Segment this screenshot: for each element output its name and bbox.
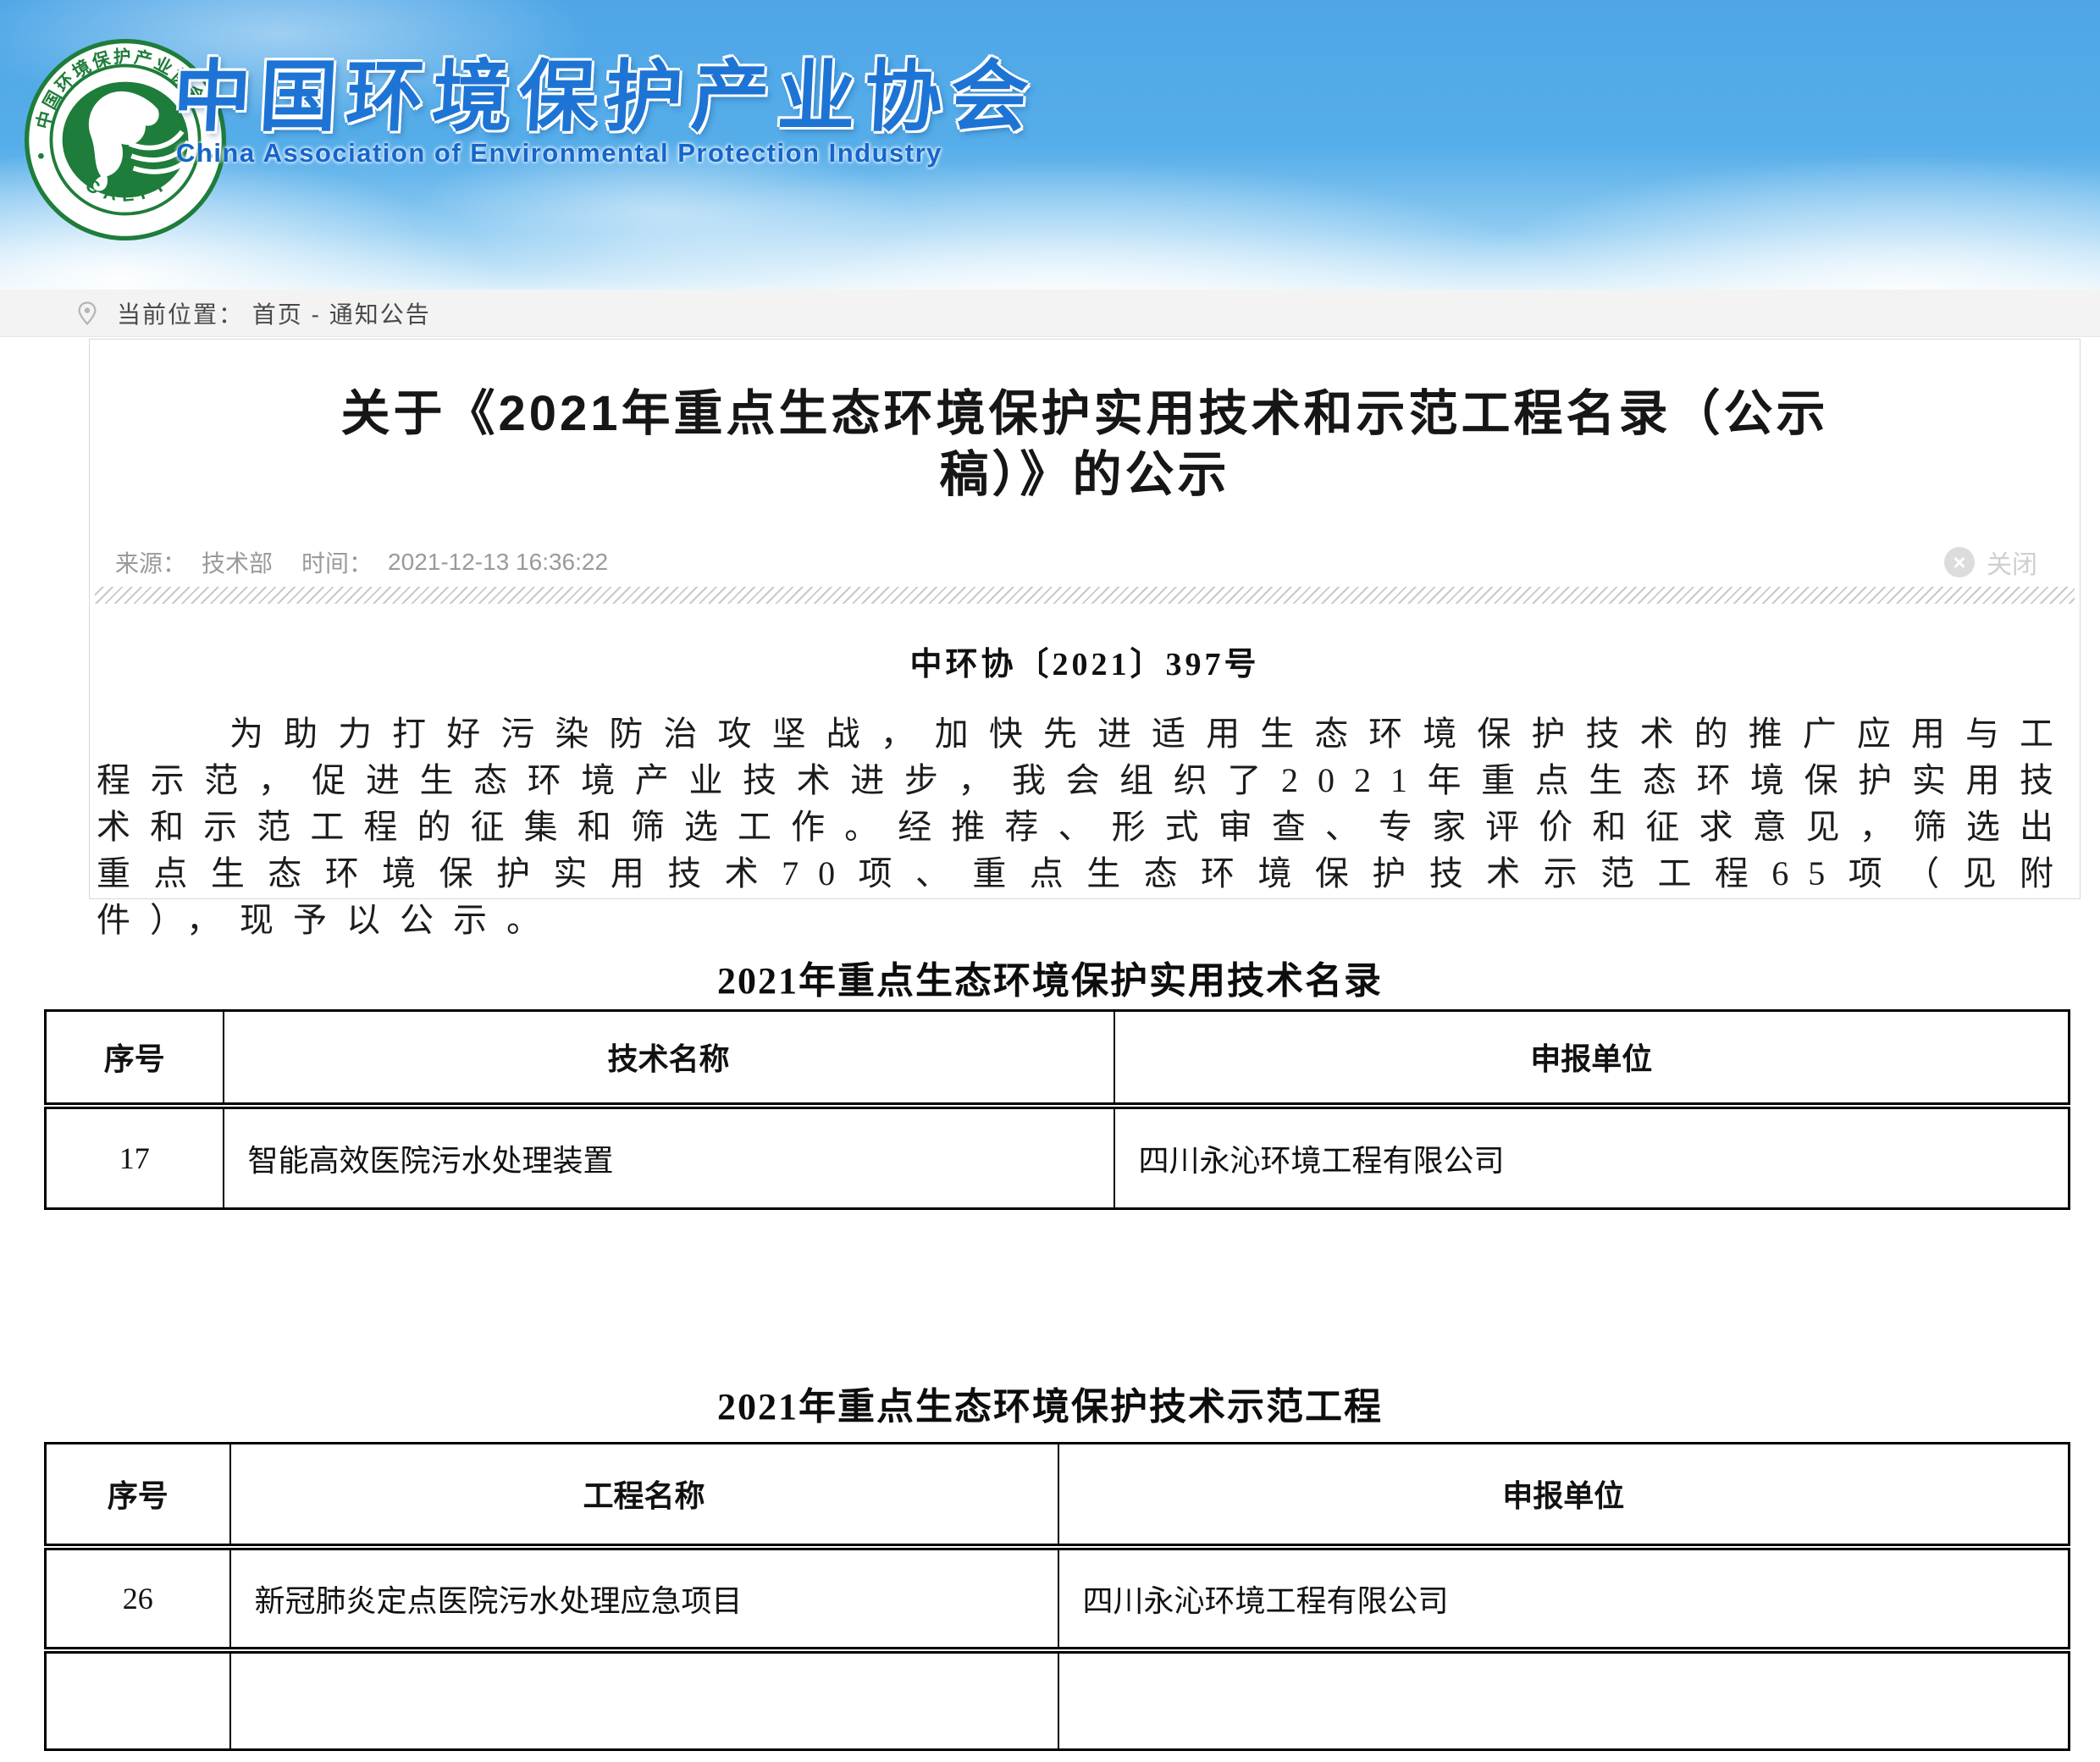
close-label[interactable]: 关闭 [1987, 544, 2037, 581]
close-icon[interactable]: × [1944, 547, 1975, 577]
table2-title: 2021年重点生态环境保护技术示范工程 [0, 1376, 2100, 1430]
org-title-en: China Association of Environmental Prote… [176, 138, 1108, 168]
cell-index: 17 [46, 1106, 224, 1209]
article-title-line1: 关于《2021年重点生态环境保护实用技术和示范工程名录（公示 [149, 384, 2020, 445]
location-pin-icon [75, 301, 100, 326]
time-label: 时间： [301, 545, 373, 579]
table-header-row: 序号 技术名称 申报单位 [46, 1011, 2070, 1106]
breadcrumb-link-home[interactable]: 首页 [252, 301, 303, 328]
source-label: 来源： [115, 545, 186, 579]
table-row: 26 新冠肺炎定点医院污水处理应急项目 四川永沁环境工程有限公司 [46, 1547, 2070, 1650]
table-practical-tech: 序号 技术名称 申报单位 17 智能高效医院污水处理装置 四川永沁环境工程有限公… [44, 1009, 2070, 1210]
article-meta: 来源： 技术部 时间： 2021-12-13 16:36:22 × 关闭 [107, 543, 2063, 582]
cell-tech-name: 智能高效医院污水处理装置 [224, 1106, 1114, 1209]
source-value: 技术部 [202, 545, 273, 579]
doc-number: 中环协〔2021〕397号 [90, 638, 2080, 684]
col-header-tech-name: 技术名称 [224, 1011, 1114, 1106]
cell-project-name [230, 1650, 1058, 1750]
article-title: 关于《2021年重点生态环境保护实用技术和示范工程名录（公示 稿）》的公示 [149, 384, 2020, 505]
col-header-applicant: 申报单位 [1058, 1444, 2070, 1547]
col-header-index: 序号 [46, 1011, 224, 1106]
time-value: 2021-12-13 16:36:22 [388, 549, 608, 576]
cell-applicant [1058, 1650, 2070, 1750]
table-header-row: 序号 工程名称 申报单位 [46, 1444, 2070, 1547]
col-header-project-name: 工程名称 [230, 1444, 1058, 1547]
article-title-line2: 稿）》的公示 [149, 445, 2020, 505]
breadcrumb-separator: - [312, 301, 321, 328]
table-row-partial [46, 1650, 2070, 1750]
hatch-divider [95, 587, 2075, 604]
breadcrumb-label: 当前位置： [117, 301, 244, 328]
col-header-index: 序号 [46, 1444, 230, 1547]
close-button[interactable]: × 关闭 [1944, 544, 2037, 581]
article-card: 关于《2021年重点生态环境保护实用技术和示范工程名录（公示 稿）》的公示 来源… [89, 339, 2081, 899]
header-banner: 中国环境保护产业协会 CAEPI 中国环境保护产业协会 China Associ… [0, 0, 2100, 290]
table1-title: 2021年重点生态环境保护实用技术名录 [0, 950, 2100, 1004]
table-row: 17 智能高效医院污水处理装置 四川永沁环境工程有限公司 [46, 1106, 2070, 1209]
cell-index [46, 1650, 230, 1750]
breadcrumb-link-notices[interactable]: 通知公告 [329, 301, 431, 328]
cell-index: 26 [46, 1547, 230, 1650]
article-paragraph: 为助力打好污染防治攻坚战，加快先进适用生态环境保护技术的推广应用与工程示范，促进… [97, 710, 2073, 943]
cell-applicant: 四川永沁环境工程有限公司 [1058, 1547, 2070, 1650]
col-header-applicant: 申报单位 [1114, 1011, 2070, 1106]
cell-project-name: 新冠肺炎定点医院污水处理应急项目 [230, 1547, 1058, 1650]
breadcrumb: 当前位置： 首页 - 通知公告 [0, 290, 2100, 337]
org-title-cn: 中国环境保护产业协会 [171, 34, 1075, 146]
table-demo-projects: 序号 工程名称 申报单位 26 新冠肺炎定点医院污水处理应急项目 四川永沁环境工… [44, 1442, 2070, 1751]
cell-applicant: 四川永沁环境工程有限公司 [1114, 1106, 2070, 1209]
